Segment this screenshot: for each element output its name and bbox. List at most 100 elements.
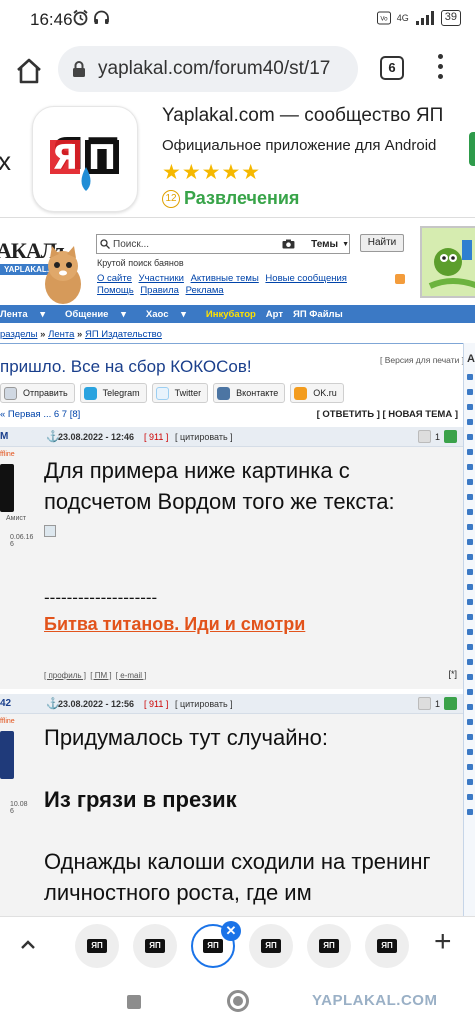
post-header: М ⚓ 23.08.2022 - 12:46 [ 911 ] [ цитиров… xyxy=(0,427,463,447)
vk-icon xyxy=(217,386,231,400)
broken-image-icon xyxy=(44,525,56,537)
share-row: Отправить Telegram Twitter Вконтакте OK.… xyxy=(0,382,463,404)
topic-actions[interactable]: [ ОТВЕТИТЬ ] [ НОВАЯ ТЕМА ] xyxy=(317,409,458,420)
category-label: Развлечения xyxy=(184,188,300,208)
quote-link[interactable]: [ цитировать ] xyxy=(175,432,233,442)
new-tab-button[interactable]: + xyxy=(434,927,452,957)
tab-thumb[interactable]: ЯП xyxy=(249,924,293,968)
tab-strip: ЯП ЯП ЯП ✕ ЯП ЯП ЯП + xyxy=(0,916,475,974)
search-button[interactable]: Найти xyxy=(360,234,404,252)
nav-feed[interactable]: Лента ▾ xyxy=(0,309,55,320)
site-header: АКАЛъ YAPLAKAL.COM Поиск... Темы ▼ Найти… xyxy=(0,217,475,305)
post-author[interactable]: М xyxy=(0,431,8,442)
home-button[interactable] xyxy=(227,990,249,1012)
post-paragraph: Придумалось тут случайно: xyxy=(44,725,329,750)
link-members[interactable]: Участники xyxy=(139,273,184,284)
link-help[interactable]: Помощь xyxy=(97,285,134,296)
rate-up-icon[interactable] xyxy=(444,430,457,443)
nav-art[interactable]: Арт xyxy=(266,309,283,320)
nav-files[interactable]: ЯП Файлы xyxy=(293,309,343,320)
divider xyxy=(0,343,463,344)
lock-icon[interactable] xyxy=(72,60,86,78)
post-permalink[interactable]: [*] xyxy=(448,669,457,679)
share-vk-button[interactable]: Вконтакте xyxy=(213,383,286,403)
alarm-icon xyxy=(73,9,88,26)
post-footer: [ профиль ] [ ПМ ] [ e-mail ] xyxy=(44,671,148,680)
link-ads[interactable]: Реклама xyxy=(186,285,224,296)
network-type: 4G xyxy=(396,13,409,23)
home-icon[interactable] xyxy=(14,56,44,86)
profile-link[interactable]: [ профиль ] xyxy=(44,671,86,680)
link-rules[interactable]: Правила xyxy=(140,285,179,296)
camera-icon[interactable] xyxy=(282,239,295,249)
post-number[interactable]: [ 911 ] xyxy=(144,432,168,442)
tab-thumb[interactable]: ЯП xyxy=(133,924,177,968)
link-new-messages[interactable]: Новые сообщения xyxy=(265,273,347,284)
volte-icon: Vo xyxy=(376,11,391,25)
rate-up-icon[interactable] xyxy=(444,697,457,710)
tab-thumb[interactable]: ЯП xyxy=(75,924,119,968)
link-about[interactable]: О сайте xyxy=(97,273,132,284)
post-paragraph: Однажды калоши сходили на тренинг личнос… xyxy=(44,849,431,905)
address-bar[interactable]: yaplakal.com/forum40/st/17 xyxy=(58,46,358,92)
url-text[interactable]: yaplakal.com/forum40/st/17 xyxy=(98,58,348,80)
share-twitter-button[interactable]: Twitter xyxy=(151,383,209,403)
share-telegram-button[interactable]: Telegram xyxy=(79,383,147,403)
search-box[interactable]: Поиск... Темы ▼ xyxy=(96,234,350,254)
site-nav: Лента ▾ Общение ▾ Хаос ▾ Инкубатор Арт Я… xyxy=(0,305,475,323)
nav-chat[interactable]: Общение ▾ xyxy=(65,309,136,320)
ad-banner[interactable] xyxy=(420,226,475,298)
search-input[interactable]: Поиск... xyxy=(113,239,282,250)
post-link[interactable]: Битва титанов. Иди и смотри xyxy=(44,611,459,637)
share-send-button[interactable]: Отправить xyxy=(0,383,75,403)
breadcrumb: разделы » Лента » ЯП Издательство xyxy=(0,329,162,340)
app-subtitle: Официальное приложение для Android xyxy=(162,137,437,154)
search-scope-select[interactable]: Темы xyxy=(311,239,338,250)
rate-down-icon[interactable] xyxy=(417,697,431,710)
link-active-topics[interactable]: Активные темы xyxy=(191,273,259,284)
web-page: АКАЛъ YAPLAKAL.COM Поиск... Темы ▼ Найти… xyxy=(0,217,475,917)
pagination[interactable]: « Первая ... 6 7 [8] xyxy=(0,409,80,420)
app-logo[interactable]: ЯП Я П xyxy=(32,106,138,212)
rate-down-icon[interactable] xyxy=(417,430,431,443)
post-separator: -------------------- xyxy=(44,588,158,607)
signal-icon xyxy=(415,11,434,25)
breadcrumb-feed[interactable]: Лента xyxy=(48,329,74,340)
pm-link[interactable]: [ ПМ ] xyxy=(90,671,111,680)
app-category: 12 Развлечения xyxy=(162,188,299,209)
email-link[interactable]: [ e-mail ] xyxy=(116,671,147,680)
tab-thumb[interactable]: ЯП xyxy=(365,924,409,968)
chevron-down-icon[interactable]: ▼ xyxy=(342,241,349,248)
recents-button[interactable] xyxy=(127,995,141,1009)
close-tab-icon[interactable]: ✕ xyxy=(221,921,241,941)
post-rating: 1 xyxy=(417,430,457,443)
post-rating: 1 xyxy=(417,697,457,710)
overflow-menu-icon[interactable] xyxy=(438,54,444,84)
clock: 16:46 xyxy=(30,10,73,29)
tab-switcher-button[interactable]: 6 xyxy=(380,56,404,80)
print-version-link[interactable]: [ Версия для печати ] xyxy=(380,355,464,365)
age-rating-icon: 12 xyxy=(162,189,180,208)
rss-icon[interactable] xyxy=(395,274,405,284)
svg-text:Vo: Vo xyxy=(380,16,388,23)
post-body: Придумалось тут случайно: Из грязи в пре… xyxy=(44,722,459,908)
post-author[interactable]: 42 xyxy=(0,698,11,709)
tab-thumb-active[interactable]: ЯП ✕ xyxy=(191,921,241,968)
install-button[interactable] xyxy=(469,132,475,166)
post-paragraph: Для примера ниже картинка с подсчетом Во… xyxy=(44,458,395,514)
avatar[interactable] xyxy=(0,464,14,512)
breadcrumb-publishing[interactable]: ЯП Издательство xyxy=(85,329,162,340)
post-header: 42 ⚓ 23.08.2022 - 12:56 [ 911 ] [ цитиро… xyxy=(0,694,463,714)
author-panel: ffline 10.08 6 xyxy=(0,718,28,815)
tab-thumb[interactable]: ЯП xyxy=(307,924,351,968)
breadcrumb-sections[interactable]: разделы xyxy=(0,329,38,340)
chevron-up-icon[interactable] xyxy=(18,935,38,955)
share-ok-button[interactable]: OK.ru xyxy=(290,383,344,403)
close-banner-button[interactable]: x xyxy=(0,146,11,177)
nav-incubator[interactable]: Инкубатор xyxy=(206,309,256,320)
quote-link[interactable]: [ цитировать ] xyxy=(175,699,233,709)
post-number[interactable]: [ 911 ] xyxy=(144,699,168,709)
avatar[interactable] xyxy=(0,731,14,779)
nav-chaos[interactable]: Хаос ▾ xyxy=(146,309,196,320)
mail-icon xyxy=(4,386,17,400)
